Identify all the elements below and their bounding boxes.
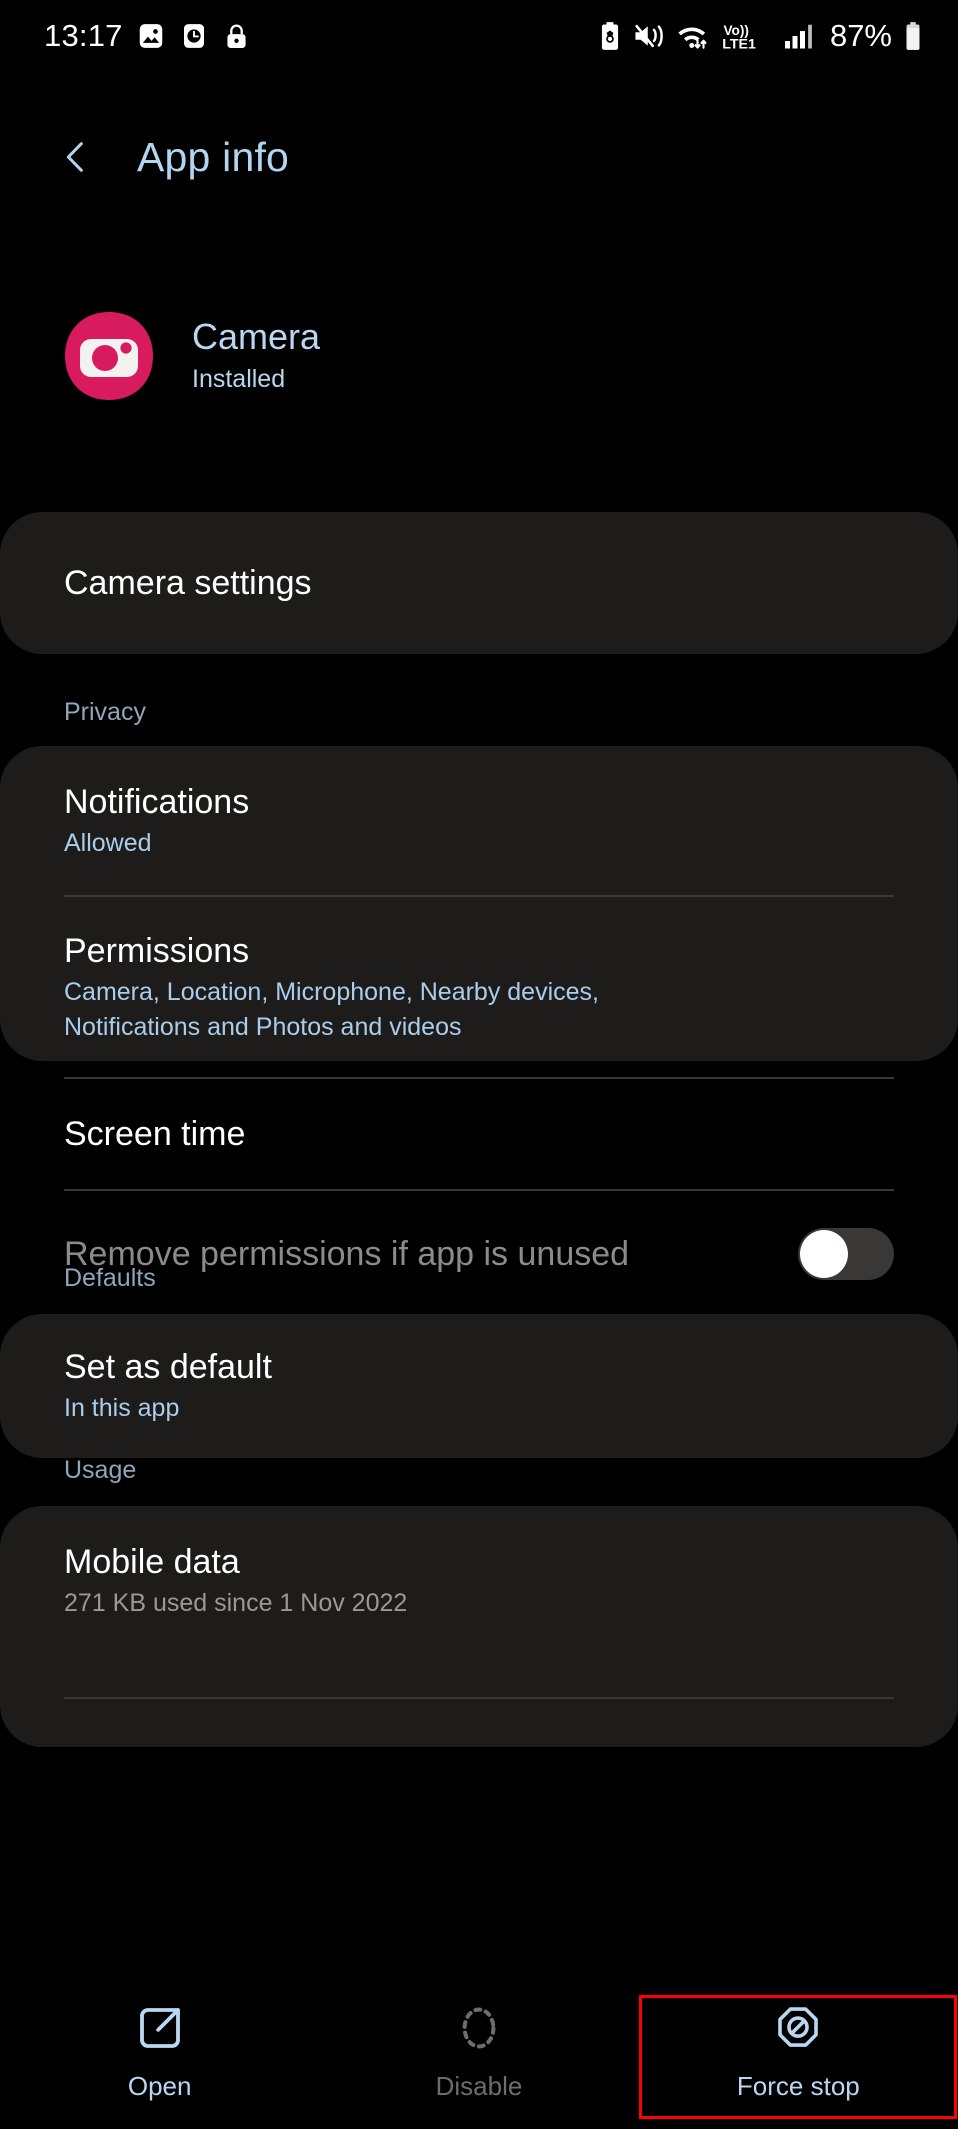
row-screen-time[interactable]: Screen time: [0, 1079, 958, 1189]
usage-card: Mobile data 271 KB used since 1 Nov 2022: [0, 1506, 958, 1747]
clock-icon: [179, 21, 209, 51]
wifi-data-icon: [675, 21, 711, 51]
privacy-card: Notifications Allowed Permissions Camera…: [0, 746, 958, 1280]
lock-icon: [222, 22, 251, 51]
row-mobile-data-subtitle: 271 KB used since 1 Nov 2022: [64, 1589, 408, 1617]
battery-saver-icon: [597, 21, 623, 51]
section-label-defaults: Defaults: [64, 1264, 156, 1292]
divider: [64, 1697, 894, 1699]
row-set-as-default[interactable]: Set as default In this app: [0, 1314, 958, 1458]
mute-vibrate-icon: [633, 21, 665, 51]
open-button-label: Open: [127, 2070, 192, 2101]
page-title: App info: [137, 133, 290, 180]
camera-settings-card[interactable]: Camera settings: [0, 512, 958, 654]
toggle-knob: [800, 1230, 848, 1278]
status-bar: 13:17 Vo)) LTE1 87%: [0, 0, 958, 72]
row-notifications-title: Notifications: [64, 783, 250, 821]
bottom-action-bar: Open Disable Force stop: [0, 1973, 958, 2129]
open-external-icon: [133, 2001, 187, 2055]
page-header: App info: [0, 112, 958, 202]
section-label-usage: Usage: [64, 1456, 137, 1484]
svg-text:LTE1: LTE1: [722, 36, 756, 51]
row-mobile-data[interactable]: Mobile data 271 KB used since 1 Nov 2022: [0, 1506, 958, 1621]
status-clock: 13:17: [44, 18, 123, 53]
chevron-left-icon: [56, 137, 96, 177]
disable-button-label: Disable: [435, 2070, 523, 2101]
force-stop-highlight-box: [638, 1995, 957, 2119]
status-bar-right: Vo)) LTE1 87%: [597, 18, 924, 54]
battery-percent-label: 87%: [829, 18, 892, 53]
camera-app-icon: [63, 310, 155, 402]
row-permissions[interactable]: Permissions Camera, Location, Microphone…: [0, 897, 958, 1077]
section-label-privacy: Privacy: [64, 698, 146, 726]
row-notifications-subtitle: Allowed: [64, 829, 152, 857]
battery-icon: [902, 21, 924, 51]
row-screen-time-title: Screen time: [64, 1115, 246, 1153]
app-info-screen: 13:17 Vo)) LTE1 87% App info Camera Inst…: [0, 0, 958, 2129]
disable-button[interactable]: Disable: [319, 1973, 638, 2129]
app-identity: Camera Installed: [0, 310, 958, 402]
photo-icon: [136, 21, 166, 51]
disable-dashed-icon: [452, 2001, 506, 2055]
app-name: Camera: [192, 315, 321, 357]
app-install-status: Installed: [192, 364, 286, 393]
signal-bars-icon: [783, 21, 817, 51]
row-permissions-title: Permissions: [64, 932, 250, 970]
status-bar-left: 13:17: [44, 18, 251, 54]
row-set-as-default-title: Set as default: [64, 1347, 272, 1386]
remove-permissions-toggle[interactable]: [798, 1228, 894, 1280]
defaults-card: Set as default In this app: [0, 1314, 958, 1458]
row-notifications[interactable]: Notifications Allowed: [0, 746, 958, 895]
camera-settings-label: Camera settings: [64, 564, 312, 602]
app-meta: Camera Installed: [192, 316, 320, 397]
row-permissions-subtitle: Camera, Location, Microphone, Nearby dev…: [64, 978, 599, 1041]
row-remove-permissions[interactable]: Remove permissions if app is unused: [0, 1191, 958, 1317]
back-button[interactable]: [50, 131, 102, 183]
row-set-as-default-subtitle: In this app: [64, 1393, 180, 1422]
row-mobile-data-title: Mobile data: [64, 1543, 240, 1581]
volte1-icon: Vo)) LTE1: [721, 21, 773, 53]
row-camera-settings[interactable]: Camera settings: [0, 512, 958, 654]
force-stop-button[interactable]: Force stop: [638, 1973, 958, 2129]
open-button[interactable]: Open: [0, 1973, 319, 2129]
